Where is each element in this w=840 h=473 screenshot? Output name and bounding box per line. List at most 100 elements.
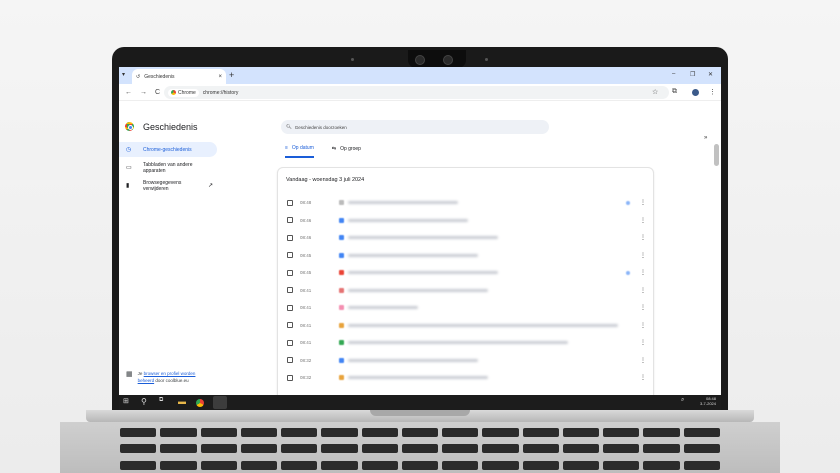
key <box>361 460 398 470</box>
bookmark-dot-icon <box>626 200 630 205</box>
row-menu-icon[interactable]: ⋮ <box>640 234 646 241</box>
row-title-blurred[interactable] <box>348 201 458 204</box>
tab-by-date[interactable]: ≡ Op datum <box>285 145 314 158</box>
history-row[interactable]: 08:45 ⋮ <box>278 247 655 264</box>
site-chip[interactable]: Chrome <box>168 88 199 97</box>
row-menu-icon[interactable]: ⋮ <box>640 217 646 224</box>
profile-avatar[interactable] <box>692 89 699 96</box>
row-checkbox[interactable] <box>287 339 293 346</box>
history-row[interactable]: 08:32 ⋮ <box>278 352 655 369</box>
menu-icon[interactable]: ⋮ <box>709 88 716 96</box>
bookmark-star-icon[interactable]: ☆ <box>652 88 658 96</box>
favicon-icon <box>339 270 344 275</box>
search-icon[interactable]: ⚲ <box>141 397 147 406</box>
history-row[interactable]: 08:41 ⋮ <box>278 282 655 299</box>
history-row[interactable]: 08:41 ⋮ <box>278 334 655 351</box>
sidebar-item-label: Browsegegevens verwijderen <box>143 179 182 192</box>
managed-link[interactable]: browser en profiel worden <box>144 371 196 376</box>
row-menu-icon[interactable]: ⋮ <box>640 322 646 329</box>
forward-icon[interactable]: → <box>140 89 147 96</box>
history-card: Vandaag - woensdag 3 juli 2024 08:48 ⋮ 08:… <box>277 167 654 407</box>
row-checkbox[interactable] <box>287 304 293 311</box>
close-window-icon[interactable]: ✕ <box>708 71 713 78</box>
row-title-blurred[interactable] <box>348 306 418 309</box>
tray-icon[interactable]: ⌕ <box>681 397 684 404</box>
key <box>120 460 157 470</box>
history-row[interactable]: 08:48 ⋮ <box>278 194 655 211</box>
extensions-icon[interactable]: ⧉ <box>672 88 677 96</box>
start-icon[interactable]: ⊞ <box>123 397 129 405</box>
row-menu-icon[interactable]: ⋮ <box>640 199 646 206</box>
scrollbar[interactable] <box>714 144 719 166</box>
row-title-blurred[interactable] <box>348 253 478 257</box>
row-checkbox[interactable] <box>287 357 293 363</box>
row-menu-icon[interactable]: ⋮ <box>640 287 646 294</box>
back-icon[interactable]: ← <box>125 89 132 96</box>
history-row[interactable]: 08:41 ⋮ <box>278 299 655 316</box>
view-tabs: ≡ Op datum ⇆ Op groep <box>285 145 361 158</box>
key <box>522 444 559 454</box>
sidebar-item-other-devices[interactable]: ▭ Tabbladen van andere apparaten <box>119 159 217 176</box>
file-explorer-icon[interactable]: ▬ <box>178 397 186 406</box>
row-menu-icon[interactable]: ⋮ <box>640 357 646 364</box>
managed-link-2[interactable]: beheerd <box>138 378 155 383</box>
row-menu-icon[interactable]: ⋮ <box>640 374 646 381</box>
row-title-blurred[interactable] <box>348 358 478 362</box>
row-title-blurred[interactable] <box>348 218 468 222</box>
row-checkbox[interactable] <box>287 287 293 293</box>
restore-icon[interactable]: ❐ <box>690 71 695 78</box>
row-menu-icon[interactable]: ⋮ <box>640 339 646 346</box>
tab-history[interactable]: ↺ Geschiedenis × <box>132 69 226 84</box>
clock[interactable]: 08:48 3-7-2024 <box>700 396 716 406</box>
row-menu-icon[interactable]: ⋮ <box>640 304 646 311</box>
row-checkbox[interactable] <box>287 217 293 223</box>
key <box>522 428 559 437</box>
row-checkbox[interactable] <box>287 374 293 381</box>
history-row[interactable]: 08:46 ⋮ <box>278 229 655 246</box>
tab-title: Geschiedenis <box>144 73 175 80</box>
row-title-blurred[interactable] <box>348 236 498 239</box>
minimize-icon[interactable]: – <box>672 71 675 77</box>
favicon-icon <box>339 357 344 363</box>
key <box>603 428 640 437</box>
close-tab-icon[interactable]: × <box>218 74 222 80</box>
key <box>160 444 197 454</box>
row-title-blurred[interactable] <box>348 271 498 274</box>
row-checkbox[interactable] <box>287 269 293 276</box>
history-row[interactable]: 08:46 ⋮ <box>278 212 655 229</box>
history-row[interactable]: 08:45 ⋮ <box>278 264 655 281</box>
list-icon: ≡ <box>285 145 288 151</box>
key <box>160 428 197 437</box>
row-checkbox[interactable] <box>287 252 293 258</box>
new-tab-button[interactable]: + <box>229 70 234 80</box>
row-checkbox[interactable] <box>287 322 293 328</box>
row-title-blurred[interactable] <box>348 323 618 327</box>
keyboard <box>120 428 720 473</box>
tab-strip: ▾ ↺ Geschiedenis × + – ❐ ✕ <box>119 67 721 84</box>
row-menu-icon[interactable]: ⋮ <box>640 252 646 259</box>
chrome-taskbar-icon[interactable] <box>196 399 204 407</box>
row-menu-icon[interactable]: ⋮ <box>640 269 646 276</box>
search-input[interactable]: 🔍︎ Geschiedenis doorzoeken <box>281 120 549 134</box>
tab-search-icon[interactable]: ▾ <box>122 71 125 78</box>
row-title-blurred[interactable] <box>348 288 488 292</box>
history-row[interactable]: 08:41 ⋮ <box>278 317 655 334</box>
row-checkbox[interactable] <box>287 234 293 241</box>
history-content: 🔍︎ Geschiedenis doorzoeken ≡ Op datum ⇆ … <box>221 101 721 407</box>
task-view-icon[interactable]: ⧉ <box>159 397 163 404</box>
sidebar-item-clear-data[interactable]: ▮ Browsegegevens verwijderen ↗ <box>119 177 217 194</box>
history-row[interactable]: 08:32 ⋮ <box>278 369 655 386</box>
key <box>562 444 600 454</box>
active-app-icon[interactable] <box>213 396 227 409</box>
key <box>240 460 278 470</box>
camera-sensor <box>443 55 453 65</box>
row-checkbox[interactable] <box>287 199 293 206</box>
key <box>240 428 278 437</box>
address-bar[interactable]: Chrome chrome://history <box>164 86 669 99</box>
row-title-blurred[interactable] <box>348 341 568 344</box>
key <box>683 460 720 470</box>
tab-by-group[interactable]: ⇆ Op groep <box>332 145 361 158</box>
reload-icon[interactable]: C <box>155 89 160 96</box>
row-title-blurred[interactable] <box>348 376 488 379</box>
sidebar-item-chrome-history[interactable]: ◷ Chrome-geschiedenis <box>119 142 217 157</box>
